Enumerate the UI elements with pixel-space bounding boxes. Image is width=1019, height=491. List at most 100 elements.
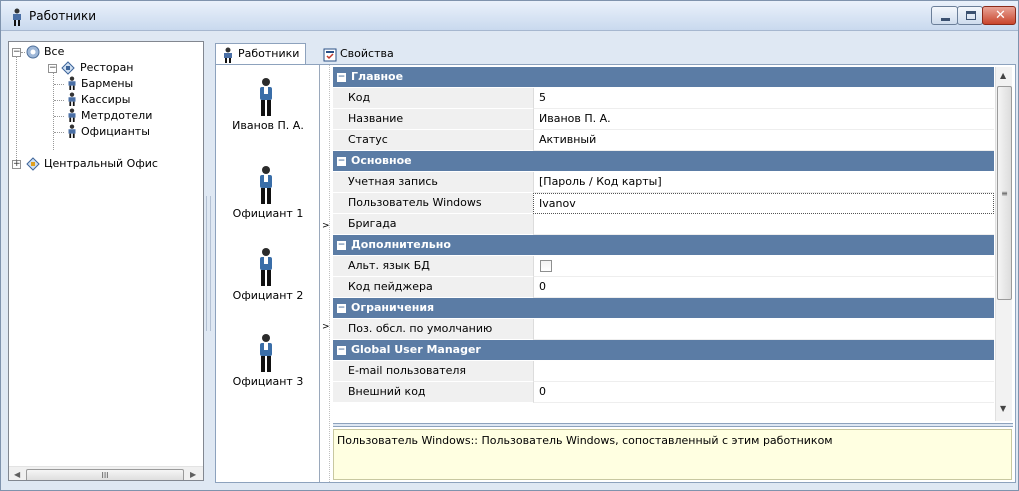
close-button[interactable]: ✕ bbox=[982, 6, 1016, 25]
property-value[interactable] bbox=[533, 319, 994, 340]
property-value[interactable] bbox=[533, 256, 994, 277]
tab-employees-label: Работники bbox=[238, 47, 300, 60]
property-description: Пользователь Windows:: Пользователь Wind… bbox=[333, 429, 1012, 480]
panel-splitter[interactable] bbox=[206, 196, 211, 331]
tree-label-waiters: Официанты bbox=[81, 125, 150, 138]
group-tree[interactable]: − Все − Ресторан Бармены Кассиры Метрдот… bbox=[8, 41, 204, 481]
property-value[interactable] bbox=[533, 214, 994, 235]
property-row-brigade[interactable]: Бригада bbox=[333, 214, 994, 235]
employee-card[interactable]: Иванов П. А. bbox=[216, 73, 320, 153]
chevron-right-icon[interactable]: > bbox=[322, 221, 330, 231]
tree-node-waiters[interactable]: Официанты bbox=[54, 124, 199, 140]
collapse-icon[interactable]: − bbox=[337, 304, 346, 313]
collapse-icon[interactable]: − bbox=[337, 157, 346, 166]
property-value[interactable]: 0 bbox=[533, 277, 994, 298]
property-row-default-service[interactable]: Поз. обсл. по умолчанию bbox=[333, 319, 994, 340]
property-name: Учетная запись bbox=[333, 172, 533, 193]
property-row-status[interactable]: Статус Активный bbox=[333, 130, 994, 151]
tree-node-restaurant[interactable]: − Ресторан bbox=[27, 60, 197, 76]
employee-card[interactable]: Официант 2 bbox=[216, 243, 320, 323]
description-splitter[interactable] bbox=[333, 423, 1013, 427]
minimize-button[interactable] bbox=[931, 6, 958, 25]
tree-horizontal-scrollbar[interactable]: ◀ III ▶ bbox=[9, 466, 203, 480]
chevron-right-icon[interactable]: > bbox=[322, 322, 330, 332]
maximize-button[interactable] bbox=[957, 6, 983, 25]
property-row-name[interactable]: Название Иванов П. А. bbox=[333, 109, 994, 130]
property-name: Статус bbox=[333, 130, 533, 151]
tree-node-office[interactable]: + Центральный Офис bbox=[11, 156, 203, 172]
employee-card[interactable]: Официант 3 bbox=[216, 329, 320, 409]
property-row-windows-user[interactable]: Пользователь Windows Ivanov bbox=[333, 193, 994, 214]
scroll-up-icon[interactable]: ▲ bbox=[1000, 71, 1006, 80]
collapse-icon[interactable]: − bbox=[337, 73, 346, 82]
property-row-external-code[interactable]: Внешний код 0 bbox=[333, 382, 994, 403]
scroll-down-icon[interactable]: ▼ bbox=[1000, 404, 1006, 413]
employee-icon bbox=[224, 47, 232, 63]
property-value[interactable]: [Пароль / Код карты] bbox=[533, 172, 994, 193]
tree-label-maitres: Метрдотели bbox=[81, 109, 153, 122]
title-bar[interactable]: Работники ✕ bbox=[1, 1, 1018, 31]
restaurant-icon bbox=[61, 61, 75, 75]
property-value[interactable]: 0 bbox=[533, 382, 994, 403]
list-resize-grip[interactable]: > > bbox=[321, 65, 330, 482]
scroll-grip: III bbox=[101, 471, 109, 480]
staff-group-icon bbox=[68, 92, 76, 106]
tree-node-all[interactable]: − Все bbox=[11, 44, 201, 60]
tree-connector bbox=[54, 116, 64, 117]
maximize-icon bbox=[966, 11, 976, 20]
property-name: Альт. язык БД bbox=[333, 256, 533, 277]
collapse-icon[interactable]: − bbox=[337, 346, 346, 355]
category-basic[interactable]: − Основное bbox=[333, 151, 994, 172]
property-value[interactable]: Активный bbox=[533, 130, 994, 151]
property-row-email[interactable]: E-mail пользователя bbox=[333, 361, 994, 382]
category-global-user-manager[interactable]: − Global User Manager bbox=[333, 340, 994, 361]
window-title: Работники bbox=[29, 9, 97, 23]
employee-name: Официант 1 bbox=[232, 207, 304, 220]
category-title: Главное bbox=[351, 70, 404, 83]
property-row-code[interactable]: Код 5 bbox=[333, 88, 994, 109]
alt-language-checkbox[interactable] bbox=[540, 260, 552, 272]
collapse-icon[interactable]: − bbox=[48, 64, 57, 73]
employee-icon bbox=[13, 8, 21, 26]
tree-node-bartenders[interactable]: Бармены bbox=[54, 76, 199, 92]
office-icon bbox=[26, 157, 40, 171]
category-extra[interactable]: − Дополнительно bbox=[333, 235, 994, 256]
minimize-icon bbox=[941, 18, 950, 21]
properties-icon bbox=[323, 48, 337, 62]
all-groups-icon bbox=[26, 45, 40, 59]
tree-node-cashiers[interactable]: Кассиры bbox=[54, 92, 199, 108]
property-row-account[interactable]: Учетная запись [Пароль / Код карты] bbox=[333, 172, 994, 193]
employee-card[interactable]: Официант 1 bbox=[216, 161, 320, 241]
category-main[interactable]: − Главное bbox=[333, 67, 994, 88]
employee-name: Официант 3 bbox=[232, 375, 304, 388]
employee-name: Официант 2 bbox=[232, 289, 304, 302]
scroll-thumb[interactable]: III bbox=[26, 469, 184, 480]
property-name: Название bbox=[333, 109, 533, 130]
property-row-alt-language[interactable]: Альт. язык БД bbox=[333, 256, 994, 277]
windows-user-input[interactable]: Ivanov bbox=[533, 193, 994, 214]
grid-vertical-scrollbar[interactable]: ▲ ≡ ▼ bbox=[995, 67, 1012, 421]
tree-connector bbox=[16, 56, 17, 164]
main-window: Работники ✕ − Все − Ресторан Бармены Кас… bbox=[0, 0, 1019, 491]
expand-icon[interactable]: + bbox=[12, 160, 21, 169]
scroll-thumb[interactable]: ≡ bbox=[997, 86, 1012, 300]
property-name: Внешний код bbox=[333, 382, 533, 403]
tree-label-all: Все bbox=[44, 45, 65, 58]
scroll-right-icon[interactable]: ▶ bbox=[190, 470, 196, 479]
collapse-icon[interactable]: − bbox=[337, 241, 346, 250]
property-value[interactable]: Иванов П. А. bbox=[533, 109, 994, 130]
property-value[interactable]: 5 bbox=[533, 88, 994, 109]
property-row-pager[interactable]: Код пейджера 0 bbox=[333, 277, 994, 298]
employee-avatar-icon bbox=[260, 248, 272, 286]
category-limits[interactable]: − Ограничения bbox=[333, 298, 994, 319]
tab-properties[interactable]: Свойства bbox=[317, 43, 401, 65]
tree-node-maitres[interactable]: Метрдотели bbox=[54, 108, 199, 124]
tab-employees[interactable]: Работники bbox=[215, 43, 307, 65]
tree-label-restaurant: Ресторан bbox=[80, 61, 134, 74]
property-name: Пользователь Windows bbox=[333, 193, 533, 214]
scroll-left-icon[interactable]: ◀ bbox=[14, 470, 20, 479]
property-value[interactable] bbox=[533, 361, 994, 382]
property-grid[interactable]: − Главное Код 5 Название Иванов П. А. Ст… bbox=[333, 67, 994, 421]
staff-group-icon bbox=[68, 108, 76, 122]
employee-list[interactable]: Иванов П. А. Официант 1 Официант 2 Офици… bbox=[216, 65, 320, 482]
